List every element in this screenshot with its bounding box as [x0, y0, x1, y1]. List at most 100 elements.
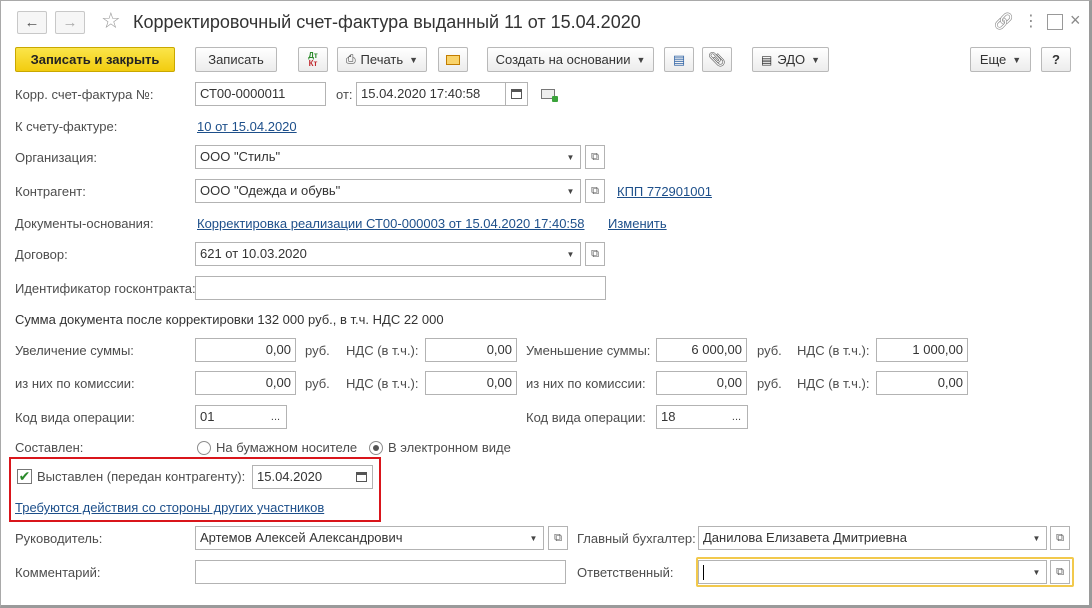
- dt-kt-button[interactable]: Дт Кт: [298, 47, 328, 72]
- op-code-right-select-button[interactable]: ...: [726, 405, 748, 429]
- op-code-label: Код вида операции:: [526, 410, 646, 425]
- responsible-label: Ответственный:: [577, 565, 674, 580]
- change-link[interactable]: Изменить: [608, 216, 667, 232]
- attach-button[interactable]: 📎︎: [702, 47, 732, 72]
- envelope-icon: [446, 54, 460, 65]
- responsible-dropdown[interactable]: ▼: [1027, 560, 1047, 584]
- radio-electronic-label[interactable]: В электронном виде: [388, 440, 511, 456]
- edo-button[interactable]: ▤ ЭДО ▼: [752, 47, 829, 72]
- op-code-left-input[interactable]: 01: [195, 405, 266, 429]
- chief-accountant-open-button[interactable]: ⧉: [1050, 526, 1070, 550]
- issued-checkbox[interactable]: ✔: [17, 469, 32, 484]
- forward-button[interactable]: →: [55, 11, 85, 34]
- gov-contract-input[interactable]: [195, 276, 606, 300]
- chief-accountant-label: Главный бухгалтер:: [577, 531, 696, 546]
- more-button[interactable]: Еще ▼: [970, 47, 1031, 72]
- contract-label: Договор:: [15, 247, 68, 262]
- from-label: от:: [336, 87, 353, 102]
- contract-dropdown[interactable]: ▼: [561, 242, 581, 266]
- checkmark-icon: ✔: [18, 468, 31, 484]
- paperclip-icon: 📎︎: [708, 51, 726, 67]
- contract-open-button[interactable]: ⧉: [585, 242, 605, 266]
- print-button[interactable]: ⎙ Печать ▼: [337, 47, 427, 72]
- organization-dropdown[interactable]: ▼: [561, 145, 581, 169]
- increase-sum-input[interactable]: 0,00: [195, 338, 296, 362]
- open-icon: ⧉: [591, 247, 599, 260]
- open-icon: ⧉: [1056, 531, 1064, 544]
- responsible-input[interactable]: [698, 560, 1028, 584]
- issued-date-input[interactable]: 15.04.2020: [252, 465, 352, 489]
- decrease-commission-vat-input[interactable]: 0,00: [876, 371, 968, 395]
- radio-paper-label[interactable]: На бумажном носителе: [216, 440, 357, 456]
- structure-button[interactable]: ▤: [664, 47, 694, 72]
- organization-open-button[interactable]: ⧉: [585, 145, 605, 169]
- text-cursor: [703, 565, 704, 581]
- organization-label: Организация:: [15, 150, 98, 165]
- chevron-down-icon: ▼: [636, 54, 646, 65]
- rub-label: руб.: [305, 376, 330, 391]
- chief-accountant-dropdown[interactable]: ▼: [1027, 526, 1047, 550]
- calendar-button[interactable]: [506, 82, 528, 106]
- create-based-on-button[interactable]: Создать на основании ▼: [487, 47, 654, 72]
- kpp-link[interactable]: КПП 772901001: [617, 184, 712, 200]
- to-invoice-link[interactable]: 10 от 15.04.2020: [197, 119, 297, 135]
- help-button[interactable]: ?: [1041, 47, 1071, 72]
- decrease-commission-input[interactable]: 0,00: [656, 371, 747, 395]
- chevron-down-icon: ▼: [529, 533, 538, 543]
- decrease-vat-input[interactable]: 1 000,00: [876, 338, 968, 362]
- corr-invoice-number-input[interactable]: СТ00-0000011: [195, 82, 326, 106]
- decrease-sum-input[interactable]: 6 000,00: [656, 338, 747, 362]
- head-input[interactable]: Артемов Алексей Александрович: [195, 526, 525, 550]
- comment-input[interactable]: [195, 560, 566, 584]
- head-dropdown[interactable]: ▼: [524, 526, 544, 550]
- document-status-icon: [541, 89, 558, 102]
- page-title: Корректировочный счет-фактура выданный 1…: [133, 12, 641, 32]
- vat-label: НДС (в т.ч.):: [346, 343, 419, 358]
- radio-electronic[interactable]: [369, 441, 383, 455]
- chevron-down-icon: ▼: [566, 186, 575, 196]
- counterparty-label: Контрагент:: [15, 184, 86, 199]
- vat-label: НДС (в т.ч.):: [346, 376, 419, 391]
- rub-label: руб.: [757, 376, 782, 391]
- op-code-left-select-button[interactable]: ...: [265, 405, 287, 429]
- increase-commission-input[interactable]: 0,00: [195, 371, 296, 395]
- actions-required-link[interactable]: Требуются действия со стороны других уча…: [15, 500, 324, 516]
- chevron-down-icon: ▼: [566, 152, 575, 162]
- from-date-input[interactable]: 15.04.2020 17:40:58: [356, 82, 506, 106]
- link-icon[interactable]: 🔗︎: [993, 12, 1015, 32]
- favorite-star-icon[interactable]: ☆: [101, 8, 121, 34]
- op-code-right-input[interactable]: 18: [656, 405, 727, 429]
- increase-vat-input[interactable]: 0,00: [425, 338, 517, 362]
- rub-label: руб.: [757, 343, 782, 358]
- document-sum-text: Сумма документа после корректировки 132 …: [15, 312, 444, 327]
- increase-commission-vat-input[interactable]: 0,00: [425, 371, 517, 395]
- back-button[interactable]: ←: [17, 11, 47, 34]
- responsible-open-button[interactable]: ⧉: [1050, 560, 1070, 584]
- close-icon[interactable]: ×: [1070, 10, 1081, 31]
- rub-label: руб.: [305, 343, 330, 358]
- hierarchy-icon: ▤: [672, 51, 686, 67]
- increase-sum-label: Увеличение суммы:: [15, 343, 134, 358]
- contract-input[interactable]: 621 от 10.03.2020: [195, 242, 562, 266]
- counterparty-input[interactable]: ООО "Одежда и обувь": [195, 179, 562, 203]
- issued-label: Выставлен (передан контрагенту):: [37, 469, 246, 484]
- more-menu-icon[interactable]: ⋮: [1023, 11, 1039, 31]
- open-icon: ⧉: [554, 531, 562, 544]
- radio-paper[interactable]: [197, 441, 211, 455]
- chevron-down-icon: ▼: [1032, 567, 1041, 577]
- counterparty-open-button[interactable]: ⧉: [585, 179, 605, 203]
- issued-calendar-button[interactable]: [351, 465, 373, 489]
- save-and-close-button[interactable]: Записать и закрыть: [15, 47, 175, 72]
- open-icon: ⧉: [591, 150, 599, 163]
- base-docs-link[interactable]: Корректировка реализации СТ00-000003 от …: [197, 216, 585, 232]
- organization-input[interactable]: ООО "Стиль": [195, 145, 562, 169]
- maximize-icon[interactable]: [1047, 14, 1063, 30]
- save-button[interactable]: Записать: [195, 47, 277, 72]
- counterparty-dropdown[interactable]: ▼: [561, 179, 581, 203]
- decrease-sum-label: Уменьшение суммы:: [526, 343, 651, 358]
- op-code-label: Код вида операции:: [15, 410, 135, 425]
- chief-accountant-input[interactable]: Данилова Елизавета Дмитриевна: [698, 526, 1028, 550]
- head-open-button[interactable]: ⧉: [548, 526, 568, 550]
- email-button[interactable]: [438, 47, 468, 72]
- vat-label: НДС (в т.ч.):: [797, 343, 870, 358]
